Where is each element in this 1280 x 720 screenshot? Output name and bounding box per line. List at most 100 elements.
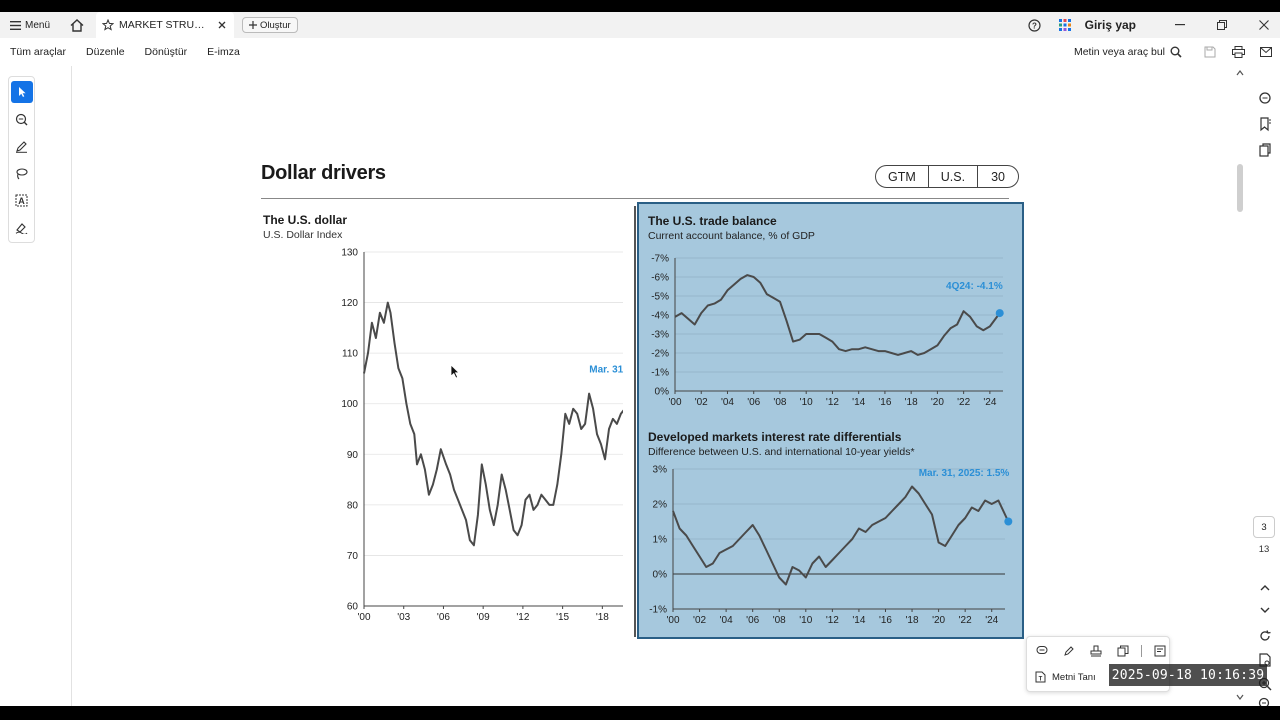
pen-tool[interactable] [11,135,33,157]
mini-separator [1141,645,1142,657]
x-tick-label: '04 [720,615,733,626]
x-tick-label: '10 [800,397,813,408]
x-tick-label: '09 [477,612,490,622]
svg-text:?: ? [1032,21,1037,30]
email-button[interactable] [1252,38,1280,66]
y-tick-label: -5% [651,292,669,303]
apps-button[interactable] [1055,12,1075,38]
x-tick-label: '12 [826,615,839,626]
left-tool-strip: A [0,66,72,706]
y-tick-label: 1% [653,535,668,546]
toolbar-all-tools[interactable]: Tüm araçlar [0,46,76,58]
y-tick-label: 60 [347,602,359,613]
x-tick-label: '04 [721,397,734,408]
y-tick-label: -7% [651,254,669,265]
x-tick-label: '06 [437,612,450,622]
mouse-cursor-icon [450,364,460,379]
star-icon[interactable] [102,19,115,31]
text-box-icon: A [15,194,28,206]
home-button[interactable] [64,12,90,38]
x-tick-label: '06 [746,615,759,626]
lasso-tool[interactable] [11,162,33,184]
recording-timestamp: 2025-09-18 10:16:39 [1109,664,1267,686]
tab-close-button[interactable] [216,19,228,31]
login-button[interactable]: Giriş yap [1085,18,1154,32]
document-tab[interactable]: MARKET STRUCTU... [96,12,235,38]
minimize-button[interactable] [1164,12,1196,38]
new-tab-label: Oluştur [260,19,291,31]
chevron-down-icon[interactable] [1257,602,1273,618]
comment-tool[interactable] [11,108,33,130]
y-tick-label: 110 [342,349,358,360]
comment-icon [1036,646,1048,654]
apps-grid-icon [1058,19,1071,31]
find-text-or-tool[interactable]: Metin veya araç bul [1074,46,1196,58]
toolbar-edit[interactable]: Düzenle [76,46,135,58]
text-select-tool[interactable]: A [11,189,33,211]
close-icon [218,21,226,29]
y-tick-label: 100 [341,399,358,410]
new-tab-button[interactable]: Oluştur [242,17,298,33]
dollar-index-chart: 60 70 80 90 100 110 120 130 '00 '03 '06 '09 '12 '15 '1… [341,248,623,622]
y-tick-label: -4% [651,311,669,322]
series-line [363,301,623,547]
y-tick-label: 0% [653,570,668,581]
x-tick-label: '00 [357,612,370,622]
find-label: Metin veya araç bul [1073,46,1165,58]
mini-highlight-button[interactable] [1060,642,1078,660]
x-tick-label: '12 [826,397,839,408]
restore-button[interactable] [1206,12,1238,38]
x-tick-label: '08 [773,615,786,626]
zoom-out-icon[interactable] [1257,696,1273,706]
last-value-marker [995,309,1004,318]
save-icon [1204,46,1216,58]
x-tick-label: '15 [556,612,569,622]
x-tick-label: '00 [668,397,681,408]
y-tick-label: 70 [347,551,359,562]
sign-tool[interactable] [11,216,33,238]
toolbar-convert[interactable]: Dönüştür [135,46,198,58]
x-tick-label: '12 [516,612,529,622]
chevron-up-icon[interactable] [1257,580,1273,596]
help-button[interactable]: ? [1025,12,1045,38]
rate-differential-chart: -1% 0% 1% 2% 3% '00 '02 '04 '06 '08 '10 '12 '14 '16 '1… [649,465,1013,626]
scroll-down-icon[interactable] [1235,692,1245,702]
close-window-button[interactable] [1248,12,1280,38]
mini-more-button[interactable] [1151,642,1169,660]
y-tick-label: 0% [655,387,670,398]
print-button[interactable] [1224,38,1252,66]
hamburger-icon [10,20,21,30]
save-button[interactable] [1196,38,1224,66]
mini-copy-button[interactable] [1114,642,1132,660]
x-tick-label: '18 [906,615,919,626]
menu-button[interactable]: Menü [0,12,58,38]
pages-icon[interactable] [1257,142,1273,158]
main-toolbar: Tüm araçlar Düzenle Dönüştür E-imza Meti… [0,38,1280,66]
vertical-scrollbar[interactable] [1232,66,1248,706]
mini-stamp-button[interactable] [1087,642,1105,660]
title-rule [261,198,1009,199]
x-tick-label: '14 [852,615,865,626]
ocr-document-icon: T [1035,671,1046,683]
select-tool[interactable] [10,81,33,103]
x-tick-label: '20 [931,397,944,408]
pdf-viewer-window: Menü MARKET STRUCTU... Oluştur ? [0,12,1280,706]
plus-icon [249,21,258,29]
y-tick-label: 120 [341,298,358,309]
bookmark-icon[interactable] [1257,116,1273,132]
pen-icon [16,140,27,153]
rotate-icon[interactable] [1257,628,1273,644]
scrollbar-thumb[interactable] [1237,164,1243,212]
x-tick-label: '00 [666,615,679,626]
recognize-text-button[interactable]: T Metni Tanı [1035,671,1096,683]
x-tick-label: '08 [773,397,786,408]
series-line [672,485,1010,586]
scroll-up-icon[interactable] [1235,68,1245,78]
total-pages: 13 [1258,544,1270,555]
search-icon [1170,46,1182,58]
current-page-input[interactable]: 3 [1253,516,1275,538]
rates-annotation: Mar. 31, 2025: 1.5% [919,468,1010,479]
mini-comment-button[interactable] [1033,642,1051,660]
comments-panel-icon[interactable] [1257,90,1273,106]
toolbar-esign[interactable]: E-imza [197,46,250,58]
